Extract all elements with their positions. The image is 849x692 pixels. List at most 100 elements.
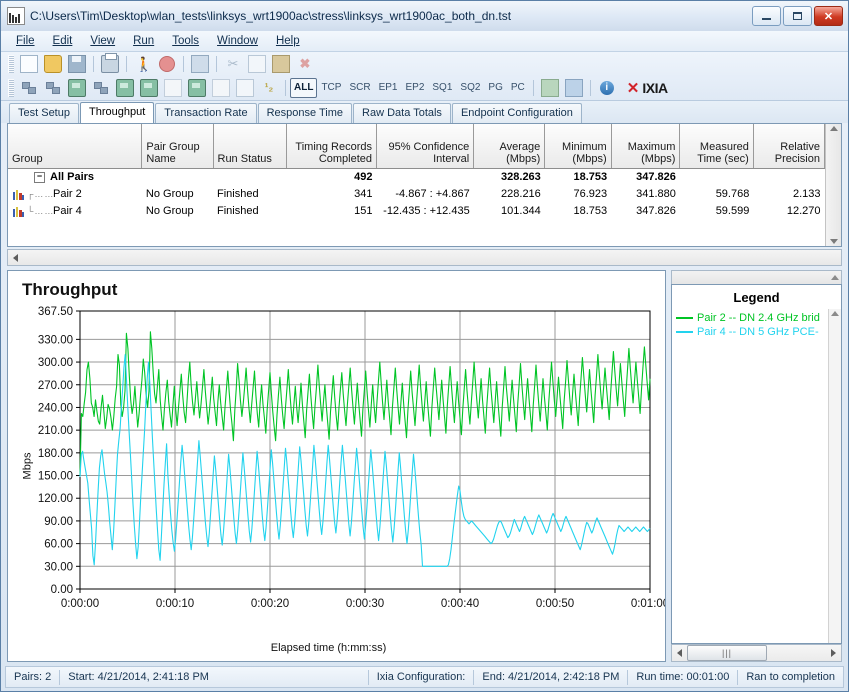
menu-item-run[interactable]: Run (124, 33, 163, 49)
maximize-button[interactable] (783, 6, 812, 26)
menu-help-label: Help (275, 35, 300, 47)
minimize-button[interactable] (752, 6, 781, 26)
results-grid-panel: Group Pair Group Name Run Status Timing R… (7, 123, 842, 247)
scroll-down-icon[interactable] (829, 239, 838, 244)
col-minimum[interactable]: Minimum (Mbps) (544, 124, 612, 169)
grid-horizontal-scrollbar[interactable] (7, 249, 842, 266)
hardware-pair-button[interactable] (186, 78, 208, 98)
legend-scroll-up-icon[interactable] (831, 275, 839, 280)
filter-pc[interactable]: PC (507, 79, 529, 97)
legend-item-pair2[interactable]: Pair 2 -- DN 2.4 GHz brid (676, 311, 828, 325)
copy-button[interactable] (246, 54, 268, 74)
save-button[interactable] (66, 54, 88, 74)
stop-button[interactable] (156, 54, 178, 74)
filter-sq1[interactable]: SQ1 (428, 79, 456, 97)
pair-tree-node: └…… Pair 4 (12, 205, 138, 217)
refresh-button[interactable] (189, 54, 211, 74)
edit-script-button[interactable] (162, 78, 184, 98)
scroll-up-icon[interactable] (829, 126, 838, 131)
ixia-mark-icon: ✕ (626, 79, 640, 97)
multicast-group-button[interactable] (90, 78, 112, 98)
endpoint-button[interactable] (66, 78, 88, 98)
scrollbar-thumb[interactable]: ||| (687, 645, 767, 661)
add-pair-button[interactable] (42, 78, 64, 98)
table-row[interactable]: └…… Pair 4 No Group Finished 151 -12.435… (8, 203, 825, 220)
ixia-logo: ✕ IXIA (627, 80, 668, 96)
notes-button[interactable] (210, 78, 232, 98)
cell-run-status (213, 168, 286, 186)
scroll-left-icon[interactable] (8, 250, 23, 265)
col-pair-group-name[interactable]: Pair Group Name (141, 124, 214, 169)
delete-button[interactable]: ✖ (294, 54, 316, 74)
tab-test-setup[interactable]: Test Setup (9, 103, 79, 123)
run-button[interactable]: 🚶 (132, 54, 154, 74)
col-maximum[interactable]: Maximum (Mbps) (611, 124, 681, 169)
report-button[interactable] (234, 78, 256, 98)
numbering-button[interactable]: ¹₂ (258, 78, 280, 98)
tab-transaction-rate[interactable]: Transaction Rate (155, 103, 257, 123)
col-average[interactable]: Average (Mbps) (473, 124, 546, 169)
menu-item-help[interactable]: Help (267, 33, 309, 49)
col-group[interactable]: Group (8, 124, 143, 169)
scroll-left-icon[interactable] (672, 646, 687, 661)
svg-text:150.00: 150.00 (38, 471, 73, 483)
toolbar-grip[interactable] (8, 79, 14, 97)
import-button[interactable] (563, 78, 585, 98)
menu-item-edit[interactable]: Edit (44, 33, 82, 49)
table-row[interactable]: ┌…… Pair 2 No Group Finished 341 -4.867 … (8, 186, 825, 203)
menu-item-tools[interactable]: Tools (163, 33, 208, 49)
grid-vertical-scrollbar[interactable] (825, 124, 841, 246)
legend-horizontal-scrollbar[interactable]: ||| (671, 644, 842, 662)
voip-pair-button[interactable] (138, 78, 160, 98)
legend-scroll-up-icon[interactable] (831, 311, 839, 316)
toolbar-grip[interactable] (8, 55, 14, 73)
cell-relative-precision (753, 168, 824, 186)
print-button[interactable] (99, 53, 121, 74)
cell-pair-group-name (142, 168, 213, 186)
col-relative-precision[interactable]: Relative Precision (753, 124, 825, 169)
tree-line: ┌…… (27, 189, 55, 199)
cell-confidence-interval (377, 168, 474, 186)
filter-ep1[interactable]: EP1 (375, 79, 402, 97)
tab-throughput[interactable]: Throughput (79, 102, 155, 123)
tab-endpoint-configuration[interactable]: Endpoint Configuration (451, 103, 582, 123)
cut-button[interactable]: ✂ (222, 54, 244, 74)
table-row[interactable]: − All Pairs 492 328.263 18.753 347.826 (8, 168, 825, 186)
legend-item-pair4[interactable]: Pair 4 -- DN 5 GHz PCE- (676, 325, 828, 339)
filter-pg[interactable]: PG (484, 79, 506, 97)
legend-vertical-scrollbar[interactable] (828, 309, 841, 643)
export-button[interactable] (539, 78, 561, 98)
col-run-status[interactable]: Run Status (213, 124, 287, 169)
ixia-wordmark: IXIA (642, 80, 668, 96)
col-maximum-label: Maximum (Mbps) (627, 140, 676, 165)
tab-response-time[interactable]: Response Time (257, 103, 353, 123)
new-button[interactable] (18, 54, 40, 74)
tab-raw-data-totals[interactable]: Raw Data Totals (353, 103, 451, 123)
scroll-right-icon[interactable] (826, 646, 841, 661)
svg-text:60.00: 60.00 (44, 539, 73, 551)
collapse-icon[interactable]: − (34, 171, 45, 183)
menu-item-window[interactable]: Window (208, 33, 267, 49)
menu-item-view[interactable]: View (81, 33, 124, 49)
info-button[interactable]: i (596, 78, 618, 98)
col-measured-time[interactable]: Measured Time (sec) (679, 124, 754, 169)
print-icon (101, 53, 119, 73)
paste-button[interactable] (270, 54, 292, 74)
filter-scr[interactable]: SCR (345, 79, 374, 97)
menu-item-file[interactable]: File (7, 33, 44, 49)
close-button[interactable]: ✕ (814, 6, 843, 26)
legend-top-scroll[interactable] (671, 270, 842, 284)
chart-plot-area: 0.00 30.00 60.00 90.00 120.00 150.00 180.00 210… (38, 306, 665, 610)
pair-button[interactable] (18, 78, 40, 98)
filter-sq2[interactable]: SQ2 (456, 79, 484, 97)
filter-all[interactable]: ALL (290, 78, 318, 98)
col-confidence-interval[interactable]: 95% Confidence Interval (376, 124, 475, 169)
col-timing-records[interactable]: Timing Records Completed (286, 124, 378, 169)
filter-ep2[interactable]: EP2 (401, 79, 428, 97)
endpoint-pair-button[interactable] (114, 78, 136, 98)
svg-text:0:00:50: 0:00:50 (536, 598, 574, 610)
window-controls: ✕ (752, 6, 846, 26)
cell-pair-group-name: No Group (145, 205, 194, 217)
open-button[interactable] (42, 54, 64, 74)
filter-tcp[interactable]: TCP (317, 79, 345, 97)
